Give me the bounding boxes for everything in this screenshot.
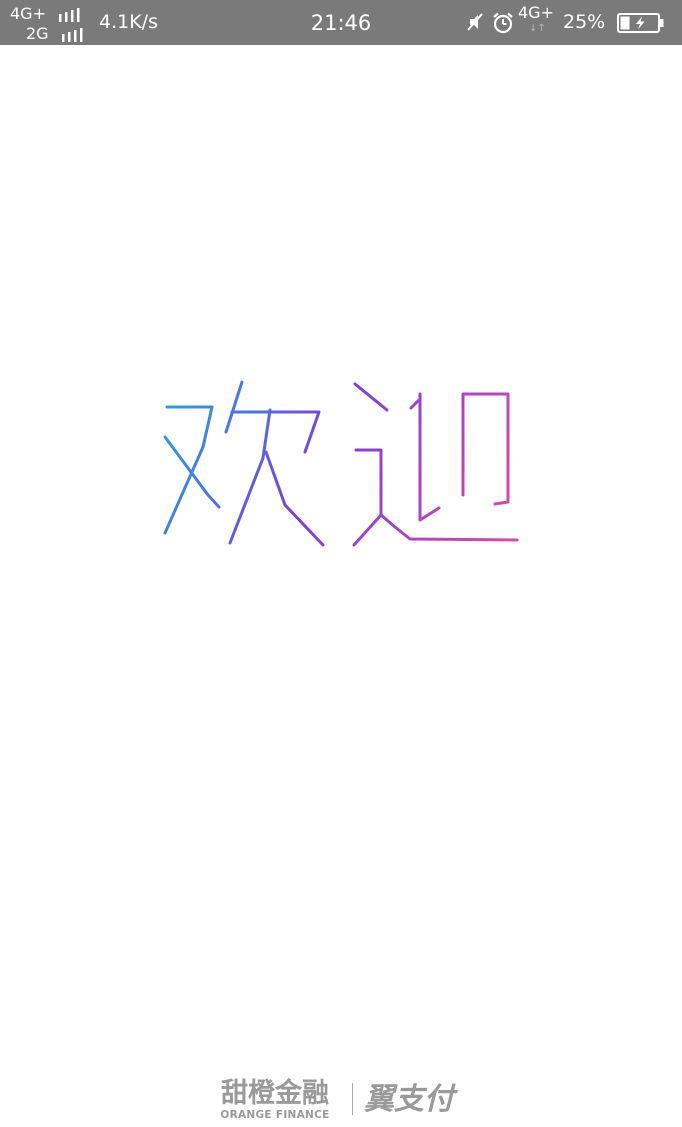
logo-divider: [352, 1083, 353, 1115]
alarm-icon: [493, 12, 513, 34]
orange-finance-logo-cn: 甜橙金融: [221, 1078, 329, 1109]
welcome-heading: 欢迎: [163, 380, 519, 547]
status-bar: 4G+ 2G 4.1K/s 21:46 4G+ ↓↑ 25%: [0, 0, 682, 45]
mute-icon: [467, 13, 483, 31]
battery-percent: 25%: [563, 11, 606, 33]
orange-finance-logo-en: ORANGE FINANCE: [220, 1109, 330, 1121]
battery-charging-icon: [617, 13, 664, 33]
network-3-label: 4G+: [518, 3, 554, 22]
bestpay-logo: 翼支付: [364, 1082, 454, 1117]
splash-screen: 4G+ 2G 4.1K/s 21:46 4G+ ↓↑ 25% 甜橙金融 ORAN…: [0, 0, 682, 1127]
footer-brands: 甜橙金融 ORANGE FINANCE 翼支付: [0, 1075, 682, 1125]
data-activity-arrows: ↓↑: [529, 23, 546, 34]
orange-finance-logo: 甜橙金融 ORANGE FINANCE: [207, 1078, 343, 1122]
